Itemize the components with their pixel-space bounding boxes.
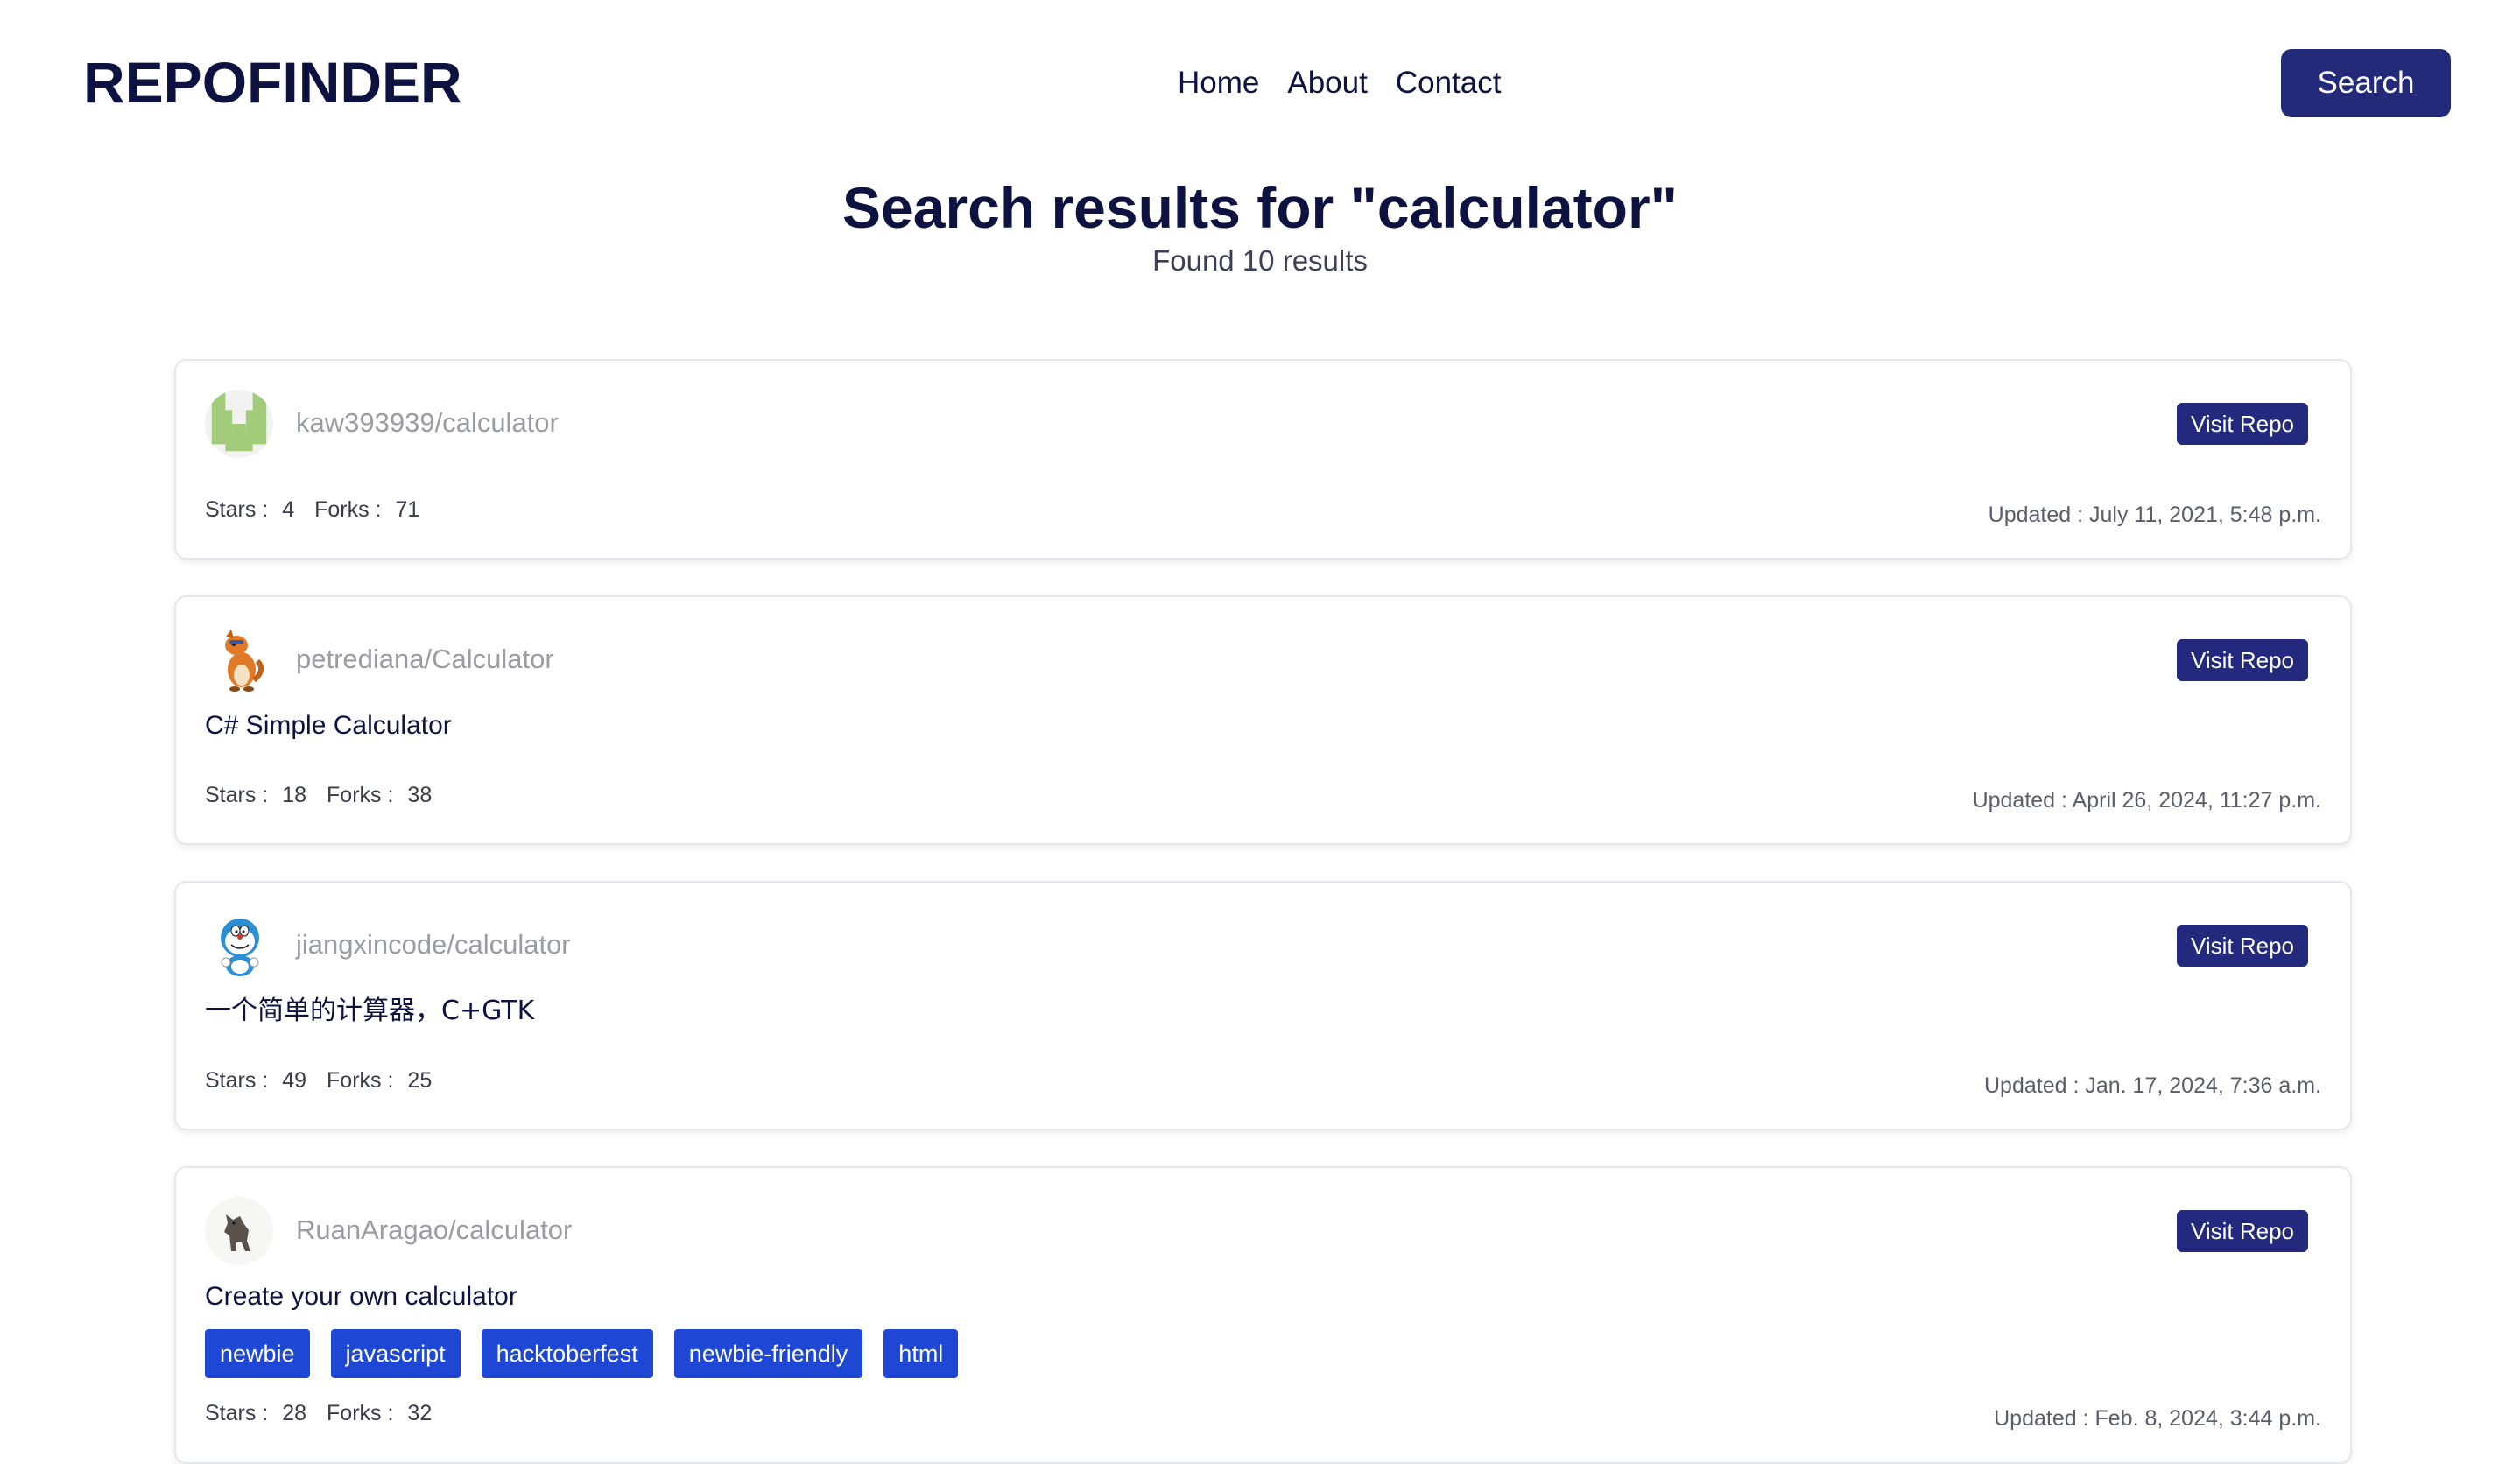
main-nav: Home About Contact — [1178, 61, 1501, 105]
stars-count: 18 — [282, 783, 307, 807]
tag-javascript[interactable]: javascript — [330, 1329, 461, 1378]
repo-card: RuanAragao/calculator Visit Repo Create … — [174, 1166, 2352, 1464]
updated-timestamp: Updated : July 11, 2021, 5:48 p.m. — [1989, 499, 2321, 531]
stars-label: Stars : — [205, 1401, 269, 1425]
repo-name[interactable]: jiangxincode/calculator — [296, 925, 571, 965]
updated-label: Updated : — [1988, 503, 2084, 527]
visit-repo-button[interactable]: Visit Repo — [2177, 403, 2308, 445]
updated-label: Updated : — [1994, 1406, 2089, 1431]
repo-name[interactable]: petrediana/Calculator — [296, 639, 554, 679]
visit-repo-button[interactable]: Visit Repo — [2177, 1210, 2308, 1252]
tag-newbie-friendly[interactable]: newbie-friendly — [673, 1329, 863, 1378]
repo-description: 一个简单的计算器，C+GTK — [205, 996, 535, 1026]
repo-stats: Stars : 49 Forks : 25 — [205, 1065, 446, 1096]
updated-timestamp: Updated : Feb. 8, 2024, 3:44 p.m. — [1994, 1403, 2321, 1434]
visit-repo-button[interactable]: Visit Repo — [2177, 639, 2308, 681]
repo-stats: Stars : 4 Forks : 71 — [205, 494, 433, 525]
dog-figure-avatar — [205, 1197, 273, 1265]
stars-label: Stars : — [205, 1068, 269, 1093]
updated-label: Updated : — [1972, 788, 2067, 813]
updated-timestamp: Updated : April 26, 2024, 11:27 p.m. — [1973, 785, 2321, 816]
tag-hacktoberfest[interactable]: hacktoberfest — [481, 1329, 653, 1378]
forks-label: Forks : — [327, 1401, 394, 1425]
stars-label: Stars : — [205, 783, 269, 807]
logo[interactable]: REPOFINDER — [83, 44, 462, 121]
updated-date: April 26, 2024, 11:27 p.m. — [2072, 788, 2321, 813]
repo-description: C# Simple Calculator — [205, 711, 452, 740]
stars-count: 28 — [282, 1401, 307, 1425]
repo-card: petrediana/Calculator Visit Repo C# Simp… — [174, 595, 2352, 845]
forks-count: 38 — [407, 783, 433, 807]
stars-label: Stars : — [205, 497, 269, 522]
repo-card: jiangxincode/calculator Visit Repo 一个简单的… — [174, 881, 2352, 1130]
forks-count: 25 — [407, 1068, 433, 1093]
nav-home-link[interactable]: Home — [1178, 61, 1259, 105]
page-title: Search results for "calculator" — [842, 175, 1678, 240]
updated-date: Jan. 17, 2024, 7:36 a.m. — [2085, 1073, 2321, 1098]
tag-html[interactable]: html — [883, 1329, 959, 1378]
identicon-avatar — [205, 390, 273, 458]
repo-description: Create your own calculator — [205, 1282, 517, 1311]
repo-name[interactable]: RuanAragao/calculator — [296, 1210, 572, 1250]
visit-repo-button[interactable]: Visit Repo — [2177, 925, 2308, 967]
forks-count: 71 — [395, 497, 420, 522]
updated-date: July 11, 2021, 5:48 p.m. — [2089, 503, 2321, 527]
site-header: REPOFINDER Home About Contact Search — [0, 0, 2520, 166]
stars-count: 4 — [282, 497, 295, 522]
forks-count: 32 — [407, 1401, 433, 1425]
search-button[interactable]: Search — [2281, 49, 2451, 117]
topic-tags: newbie javascript hacktoberfest newbie-f… — [205, 1329, 959, 1378]
updated-label: Updated : — [1983, 1073, 2080, 1098]
stars-count: 49 — [282, 1068, 307, 1093]
doraemon-avatar — [205, 911, 273, 980]
forks-label: Forks : — [327, 1068, 394, 1093]
updated-date: Feb. 8, 2024, 3:44 p.m. — [2094, 1406, 2322, 1431]
cartoon-fox-avatar — [205, 626, 273, 694]
forks-label: Forks : — [327, 783, 394, 807]
repo-name[interactable]: kaw393939/calculator — [296, 403, 559, 443]
updated-timestamp: Updated : Jan. 17, 2024, 7:36 a.m. — [1984, 1070, 2321, 1102]
repo-stats: Stars : 18 Forks : 38 — [205, 779, 446, 811]
nav-contact-link[interactable]: Contact — [1396, 61, 1502, 105]
result-count: Found 10 results — [1152, 244, 1368, 277]
repo-stats: Stars : 28 Forks : 32 — [205, 1397, 446, 1429]
tag-newbie[interactable]: newbie — [205, 1329, 310, 1378]
forks-label: Forks : — [314, 497, 382, 522]
repo-card: kaw393939/calculator Visit Repo Stars : 4… — [174, 359, 2352, 560]
nav-about-link[interactable]: About — [1287, 61, 1367, 105]
